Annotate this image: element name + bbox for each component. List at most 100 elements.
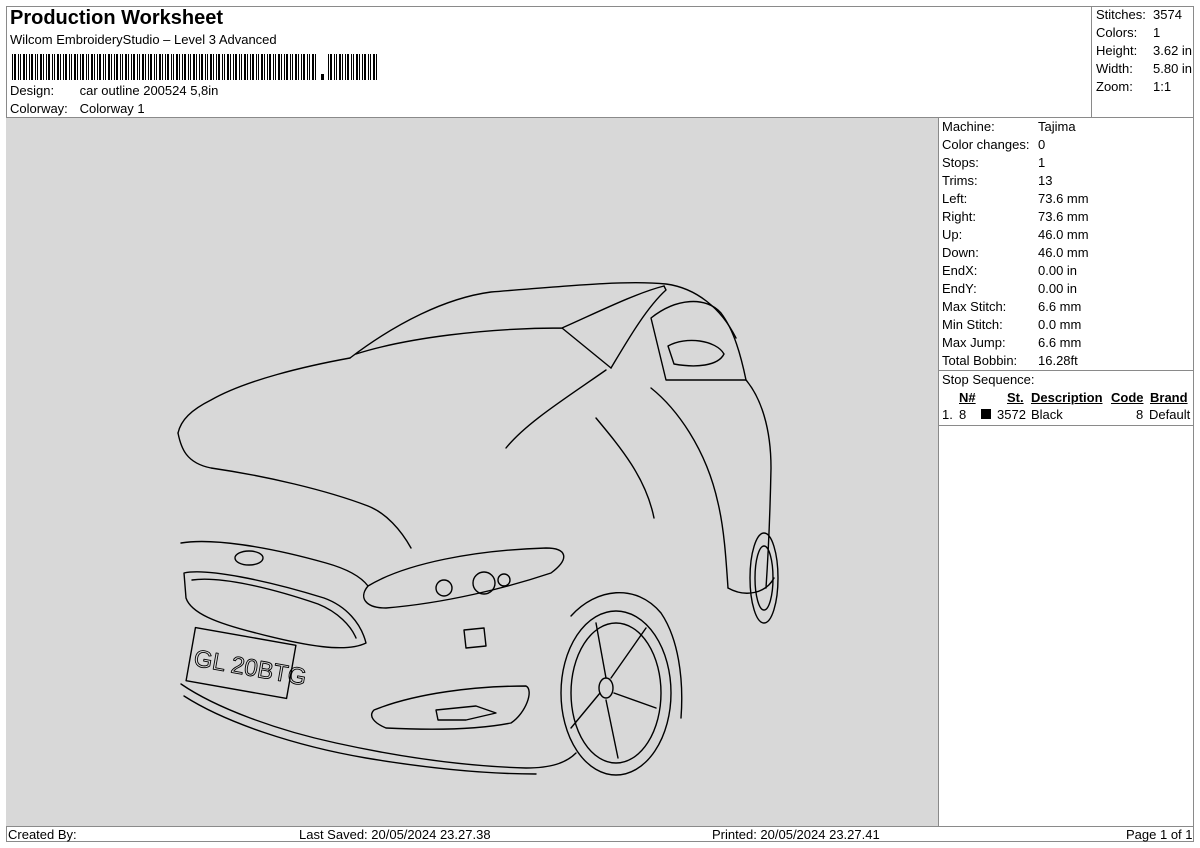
colors-label: Colors: [1096,25,1138,40]
barcode-bar [57,54,59,80]
barcode-bar [328,54,329,80]
barcode-bar [213,54,214,80]
barcode-bar [373,54,375,80]
row-st: 3572 [997,407,1026,422]
zoom-value: 1:1 [1153,79,1172,94]
barcode-bar [60,54,61,80]
rear-wheel-inner [754,545,774,611]
col-header-code: Code [1111,390,1144,405]
barcode-bar [193,54,195,80]
color-swatch [981,409,991,419]
created-by: Created By: [8,827,77,842]
machine-info-row: Down: 46.0 mm [942,245,1089,260]
barcode-bar [196,54,197,80]
worksheet-footer: Created By: Last Saved: 20/05/2024 23.27… [6,826,1194,842]
barcode-bar [230,54,231,80]
barcode-bar [125,54,127,80]
barcode-bar [120,54,121,80]
barcode-bar [281,54,282,80]
barcode-bar [315,54,316,80]
barcode-bar [330,54,332,80]
machine-info-row: Total Bobbin: 16.28ft [942,353,1078,368]
barcode-bar [94,54,95,80]
barcode-bar [176,54,178,80]
barcode-bar [256,54,257,80]
barcode-bar [275,54,276,80]
height-row: Height: 3.62 in [1096,43,1192,58]
barcode-bar [284,54,285,80]
barcode-bar [347,54,349,80]
barcode-bar [159,54,161,80]
width-value: 5.80 in [1153,61,1193,76]
barcode-bar [35,54,36,80]
colorway-value: Colorway 1 [79,101,145,116]
colors-row: Colors: 1 [1096,25,1160,40]
barcode-bar [235,54,237,80]
design-label: Design: [10,83,55,98]
barcode-bar [264,54,265,80]
barcode-bar [210,54,212,80]
col-header-description: Description [1031,390,1103,405]
barcode-bar [20,54,21,80]
barcode-bar [150,54,152,80]
barcode-bar [261,54,263,80]
car-outline-drawing: GL 20BTG [177,282,779,776]
machine-info-label: Color changes: [942,137,1030,152]
barcode-bar [301,54,302,80]
barcode-bar [334,54,335,80]
barcode-bar [224,54,225,80]
barcode [12,54,377,80]
barcode-bar [222,54,223,80]
barcode-bar [303,54,305,80]
width-label: Width: [1096,61,1133,76]
barcode-bar [99,54,101,80]
col-header-brand: Brand [1150,390,1188,405]
machine-info-value: 1 [1038,155,1046,170]
barcode-bar [52,54,53,80]
barcode-bar [26,54,27,80]
rear-side [745,379,772,589]
door-line [650,387,729,589]
machine-info-label: Trims: [942,173,978,188]
barcode-bar [309,54,310,80]
fuel-flap [463,627,487,649]
barcode-bar [307,54,308,80]
barcode-bar [205,54,206,80]
machine-info-value: 0 [1038,137,1046,152]
barcode-bar [105,54,106,80]
barcode-bar [239,54,240,80]
barcode-bar [356,54,358,80]
barcode-bar [88,54,89,80]
machine-info-row: EndX: 0.00 in [942,263,1077,278]
barcode-bar [43,54,44,80]
barcode-bar [376,54,377,80]
page-number: Page 1 of 1 [1126,827,1193,842]
barcode-bar [233,54,234,80]
barcode-bar [63,54,64,80]
machine-info-row: Max Jump: 6.6 mm [942,335,1081,350]
barcode-bar [336,54,337,80]
stitches-value: 3574 [1153,7,1182,22]
barcode-bar [156,54,157,80]
barcode-bar [82,54,84,80]
col-header-n: N# [959,390,976,405]
machine-info-label: Up: [942,227,963,242]
design-preview: GL 20BTG [6,118,939,826]
barcode-bar [48,54,50,80]
barcode-bar [258,54,259,80]
headlight [363,547,565,609]
barcode-bar [173,54,174,80]
hood-line [177,357,351,434]
barcode-bar [295,54,297,80]
stop-sequence-title: Stop Sequence: [942,372,1035,387]
machine-info-value: 46.0 mm [1038,227,1089,242]
barcode-bar [103,54,104,80]
barcode-bar [218,54,220,80]
barcode-bar [137,54,138,80]
machine-info-row: Up: 46.0 mm [942,227,1089,242]
machine-info-row: EndY: 0.00 in [942,281,1077,296]
machine-info-value: 0.0 mm [1038,317,1082,332]
barcode-bar [142,54,144,80]
barcode-bar [162,54,163,80]
machine-info-value: 0.00 in [1038,263,1078,278]
